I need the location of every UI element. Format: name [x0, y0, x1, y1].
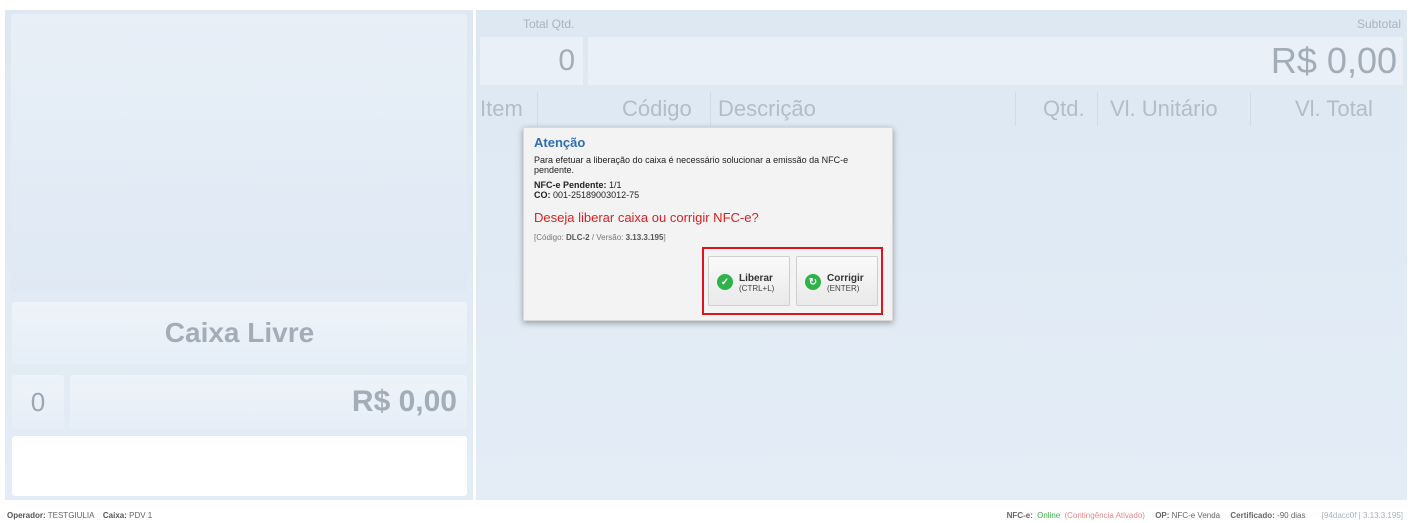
subtotal-value: R$ 0,00 — [588, 37, 1403, 85]
pending-line: NFC-e Pendente: 1/1 — [534, 180, 622, 190]
co-line: CO: 001-25189003012-75 — [534, 190, 639, 200]
code-prefix: [Código: — [534, 233, 567, 242]
column-divider — [710, 92, 711, 126]
cert-info: Certificado: -90 dias — [1230, 511, 1305, 520]
column-divider — [1097, 92, 1098, 126]
left-total-display: R$ 0,00 — [70, 375, 467, 429]
column-divider — [1015, 92, 1016, 126]
status-right: NFC-e: Online (Contingência Ativado) OP:… — [1007, 511, 1403, 520]
cert-label: Certificado: — [1230, 511, 1275, 520]
total-qtd-label: Total Qtd. — [523, 17, 575, 31]
column-codigo: Código — [622, 96, 692, 121]
dialog-code-version: [Código: DLC-2 / Versão: 3.13.3.195] — [534, 233, 666, 242]
version-prefix: / Versão: — [589, 233, 626, 242]
column-qtd: Qtd. — [1043, 96, 1085, 121]
left-message-area — [12, 436, 467, 496]
co-value: 001-25189003012-75 — [553, 190, 640, 200]
column-item: Item — [480, 96, 523, 121]
status-left: Operador: TESTGIULIA Caixa: PDV 1 — [7, 511, 152, 520]
op-info: OP: NFC-e Venda — [1155, 511, 1220, 520]
dialog-question: Deseja liberar caixa ou corrigir NFC-e? — [534, 210, 759, 225]
column-vl-total: Vl. Total — [1295, 96, 1373, 121]
code-value: DLC-2 — [566, 233, 590, 242]
liberar-shortcut: (CTRL+L) — [739, 284, 775, 293]
subtotal-label: Subtotal — [1356, 17, 1401, 31]
operator-value: TESTGIULIA — [47, 511, 94, 520]
op-value: NFC-e Venda — [1171, 511, 1221, 520]
left-qty-display: 0 — [12, 375, 64, 429]
cert-value: -90 dias — [1277, 511, 1306, 520]
dialog-message: Para efetuar a liberação do caixa é nece… — [534, 155, 849, 175]
build-version: [94dacc0f | 3.13.3.195] — [1321, 511, 1403, 520]
corrigir-button[interactable]: ↻ Corrigir (ENTER) — [796, 256, 878, 306]
corrigir-label: Corrigir — [827, 273, 864, 284]
nfce-contingency: (Contingência Ativado) — [1064, 511, 1145, 520]
product-image-area — [11, 14, 467, 292]
code-suffix: ] — [663, 233, 666, 242]
operator-label: Operador: — [7, 511, 46, 520]
caixa-value: PDV 1 — [129, 511, 153, 520]
column-descricao: Descrição — [718, 96, 816, 121]
column-divider — [1250, 92, 1251, 126]
corrigir-shortcut: (ENTER) — [827, 284, 860, 293]
nfce-label: NFC-e: — [1006, 511, 1033, 520]
column-vl-unitario: Vl. Unitário — [1110, 96, 1218, 121]
dialog-title: Atenção — [534, 135, 586, 150]
refresh-icon: ↻ — [805, 274, 821, 290]
liberar-button[interactable]: ✓ Liberar (CTRL+L) — [708, 256, 790, 306]
pending-value: 1/1 — [609, 180, 622, 190]
caixa-label: Caixa: — [102, 511, 127, 520]
column-divider — [537, 92, 538, 126]
check-icon: ✓ — [717, 274, 733, 290]
version-value: 3.13.3.195 — [625, 233, 664, 242]
total-qtd-value: 0 — [480, 37, 583, 85]
pending-label: NFC-e Pendente: — [534, 180, 607, 190]
nfce-online: Online — [1037, 511, 1061, 520]
co-label: CO: — [534, 190, 551, 200]
register-status: Caixa Livre — [12, 302, 467, 364]
liberar-label: Liberar — [739, 273, 773, 284]
op-label: OP: — [1155, 511, 1170, 520]
